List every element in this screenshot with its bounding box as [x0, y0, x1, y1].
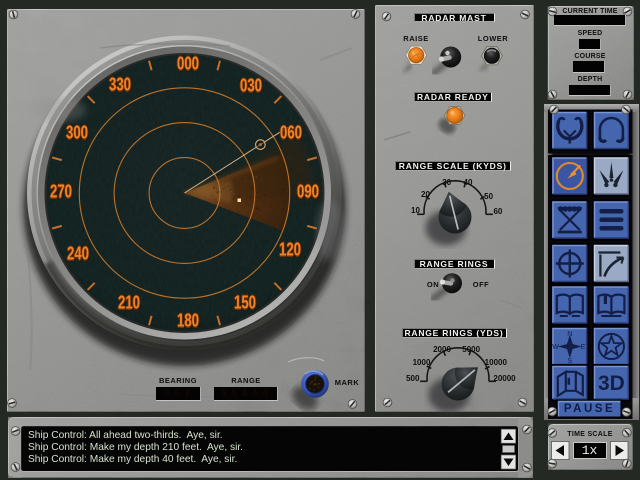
- svg-text:3D: 3D: [598, 372, 625, 395]
- svg-text:S: S: [567, 358, 572, 365]
- svg-text:W: W: [552, 344, 559, 351]
- svg-text:N: N: [567, 331, 572, 338]
- svg-text:E: E: [581, 344, 586, 351]
